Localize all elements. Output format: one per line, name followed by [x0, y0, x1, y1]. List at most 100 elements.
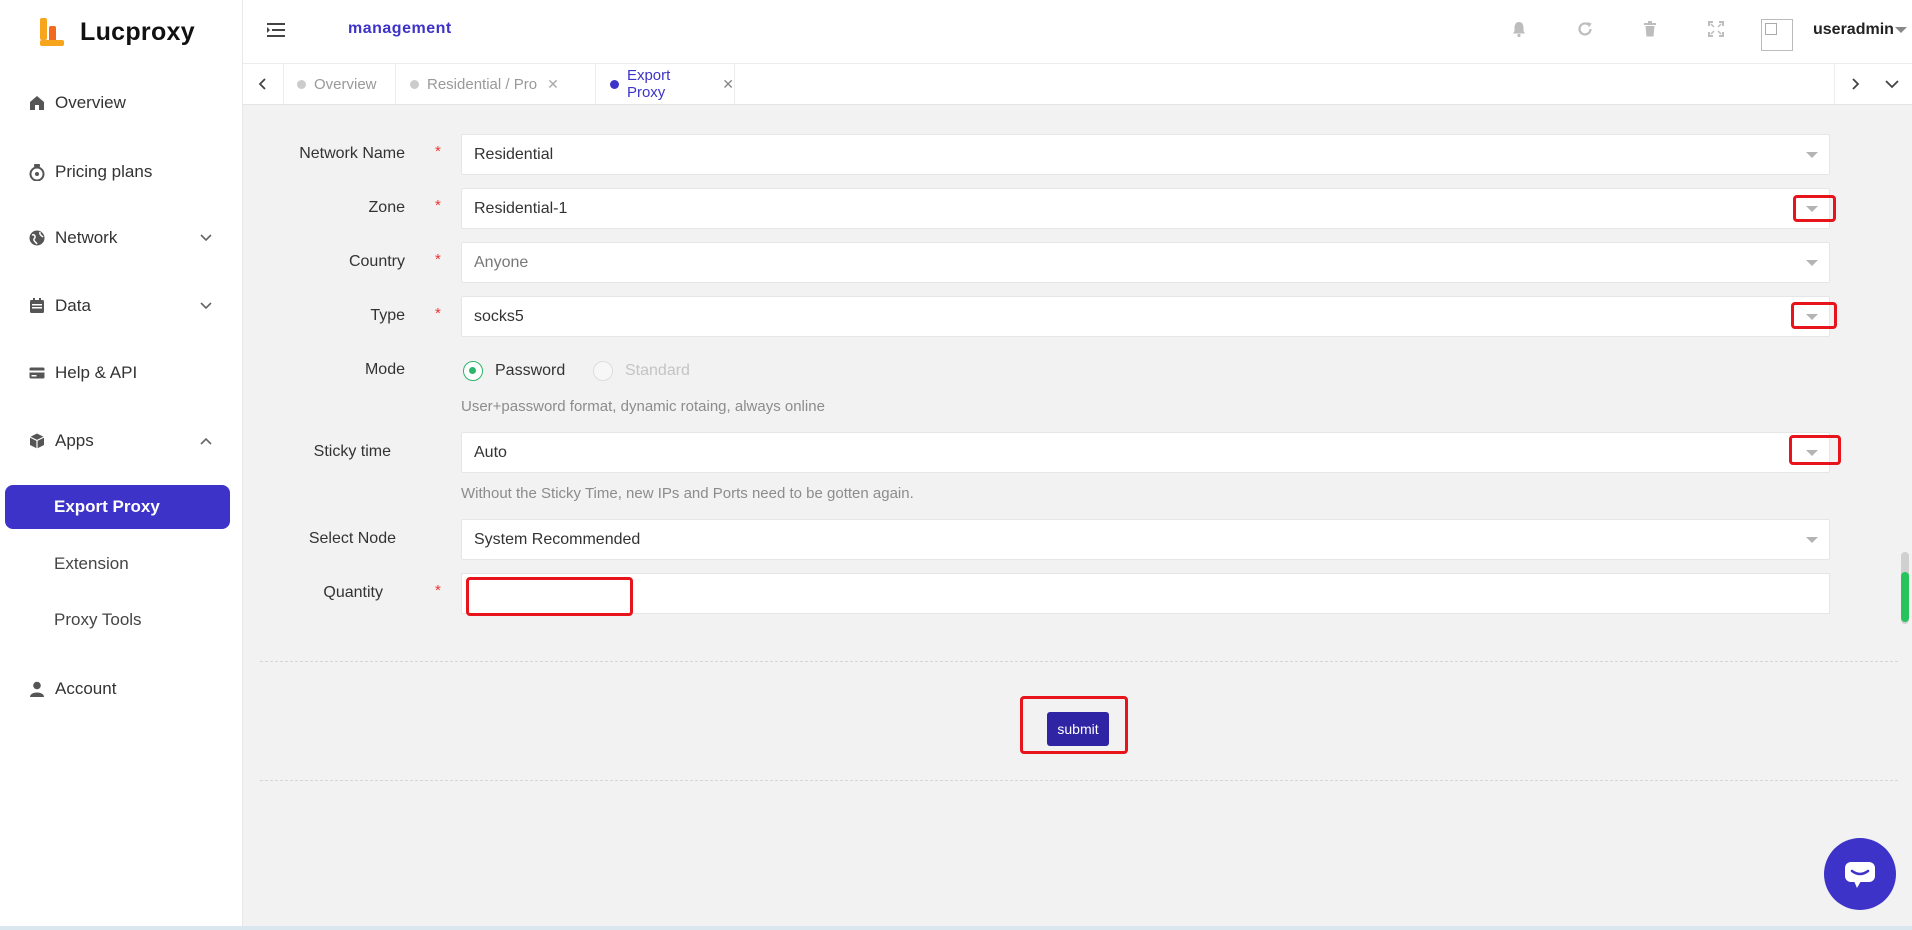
network-name-select[interactable]: Residential: [461, 134, 1830, 175]
required-mark: *: [435, 582, 441, 599]
tab-close-icon[interactable]: ✕: [547, 76, 559, 93]
caret-down-icon: [1806, 260, 1818, 266]
chevron-left-icon: [258, 78, 266, 90]
sidebar-subitem-label: Extension: [54, 554, 129, 573]
type-select[interactable]: socks5: [461, 296, 1830, 337]
required-mark: *: [435, 251, 441, 268]
sidebar-subitem-label: Export Proxy: [54, 497, 160, 516]
sidebar-item-label: Account: [55, 679, 117, 698]
refresh-icon[interactable]: [1576, 20, 1594, 38]
sidebar-subitem-proxy-tools[interactable]: Proxy Tools: [5, 598, 230, 642]
avatar[interactable]: [1761, 19, 1793, 51]
mode-label: Mode: [364, 361, 405, 378]
network-name-label: Network Name: [299, 145, 405, 162]
sidebar-subitem-label: Proxy Tools: [54, 610, 142, 629]
caret-down-icon: [1806, 450, 1818, 456]
tabs-scroll-left-button[interactable]: [243, 64, 284, 104]
mode-standard-label[interactable]: Standard: [625, 362, 690, 380]
caret-down-icon: [1806, 314, 1818, 320]
user-icon: [30, 681, 44, 697]
trash-icon[interactable]: [1641, 20, 1659, 38]
sticky-time-value: Auto: [474, 444, 507, 461]
quantity-label: Quantity: [323, 584, 383, 601]
tab-label: Residential / Pro: [427, 75, 538, 93]
submit-button[interactable]: submit: [1047, 712, 1109, 746]
zone-label: Zone: [368, 199, 405, 216]
sidebar: Lucproxy Overview Pricing plans Network …: [0, 0, 243, 930]
sidebar-subitem-extension[interactable]: Extension: [5, 542, 230, 586]
sidebar-item-label: Pricing plans: [55, 162, 153, 181]
select-node-select[interactable]: System Recommended: [461, 519, 1830, 560]
top-header: management useradmin: [243, 0, 1912, 64]
zone-value: Residential-1: [474, 200, 568, 217]
country-label: Country: [348, 253, 405, 270]
chevron-down-icon: [200, 234, 212, 242]
tabs-scroll-right-button[interactable]: [1834, 64, 1875, 104]
lucproxy-logo-icon: [40, 18, 64, 46]
brand-logo[interactable]: Lucproxy: [38, 14, 195, 50]
sidebar-item-label: Network: [55, 228, 118, 247]
type-label: Type: [370, 307, 405, 324]
calendar-icon: [30, 298, 44, 313]
select-node-label: Select Node: [308, 530, 396, 547]
bottom-strip: [0, 926, 1912, 930]
card-icon: [29, 367, 45, 379]
required-mark: *: [435, 143, 441, 160]
form-divider: [260, 661, 1898, 662]
chevron-right-icon: [1852, 78, 1860, 90]
breadcrumb: management: [348, 20, 452, 37]
tabs-bar: Overview Residential / Pro ✕ Export Prox…: [243, 64, 1912, 105]
tab-export-proxy[interactable]: Export Proxy ✕: [596, 64, 735, 104]
zone-select[interactable]: Residential-1: [461, 188, 1830, 229]
network-name-value: Residential: [474, 146, 554, 163]
mode-password-label[interactable]: Password: [495, 362, 565, 380]
money-bag-icon: [29, 164, 45, 181]
tab-residential-pro[interactable]: Residential / Pro ✕: [396, 64, 596, 104]
mode-password-radio[interactable]: [463, 361, 483, 381]
mode-hint: User+password format, dynamic rotaing, a…: [461, 398, 825, 415]
tab-overview[interactable]: Overview: [283, 64, 396, 104]
tab-dot: [297, 79, 306, 89]
sidebar-item-label: Overview: [55, 93, 126, 112]
brand-name: Lucproxy: [80, 17, 195, 46]
type-value: socks5: [474, 308, 524, 325]
sticky-time-label: Sticky time: [313, 443, 391, 460]
sidebar-item-label: Data: [55, 296, 91, 315]
caret-down-icon: [1806, 537, 1818, 543]
sidebar-item-label: Apps: [55, 431, 94, 450]
tabs-dropdown-button[interactable]: [1872, 64, 1912, 104]
select-node-value: System Recommended: [474, 531, 641, 548]
page-scrollbar[interactable]: [1901, 552, 1909, 624]
country-select[interactable]: Anyone: [461, 242, 1830, 283]
sidebar-item-label: Help & API: [55, 363, 138, 382]
menu-toggle-icon[interactable]: [267, 22, 285, 38]
globe-icon: [29, 230, 45, 246]
country-value: Anyone: [474, 254, 529, 271]
bell-icon[interactable]: [1510, 20, 1528, 38]
caret-down-icon: [1806, 152, 1818, 158]
required-mark: *: [435, 305, 441, 322]
tab-label: Overview: [314, 75, 377, 93]
chevron-down-icon: [1885, 80, 1899, 89]
quantity-input[interactable]: [461, 573, 1830, 614]
required-mark: *: [435, 197, 441, 214]
tab-close-icon[interactable]: ✕: [722, 76, 734, 93]
sticky-time-hint: Without the Sticky Time, new IPs and Por…: [461, 485, 914, 502]
fullscreen-icon[interactable]: [1707, 20, 1725, 38]
cube-icon: [29, 433, 45, 449]
username[interactable]: useradmin: [1813, 21, 1894, 39]
tab-dot: [410, 79, 419, 89]
tab-dot: [610, 79, 619, 89]
sidebar-item-account[interactable]: Account: [0, 667, 242, 711]
sidebar-subitem-export-proxy[interactable]: Export Proxy: [5, 485, 230, 529]
form-divider: [260, 780, 1898, 781]
caret-down-icon: [1806, 206, 1818, 212]
home-icon: [30, 96, 44, 110]
sidebar-item-overview[interactable]: Overview: [0, 81, 242, 125]
mode-standard-radio[interactable]: [593, 361, 613, 381]
caret-down-icon[interactable]: [1895, 27, 1907, 33]
chat-support-button[interactable]: [1824, 838, 1896, 910]
tab-label: Export Proxy: [626, 67, 671, 101]
chat-bubble-icon: [1845, 862, 1875, 888]
sticky-time-select[interactable]: Auto: [461, 432, 1830, 473]
